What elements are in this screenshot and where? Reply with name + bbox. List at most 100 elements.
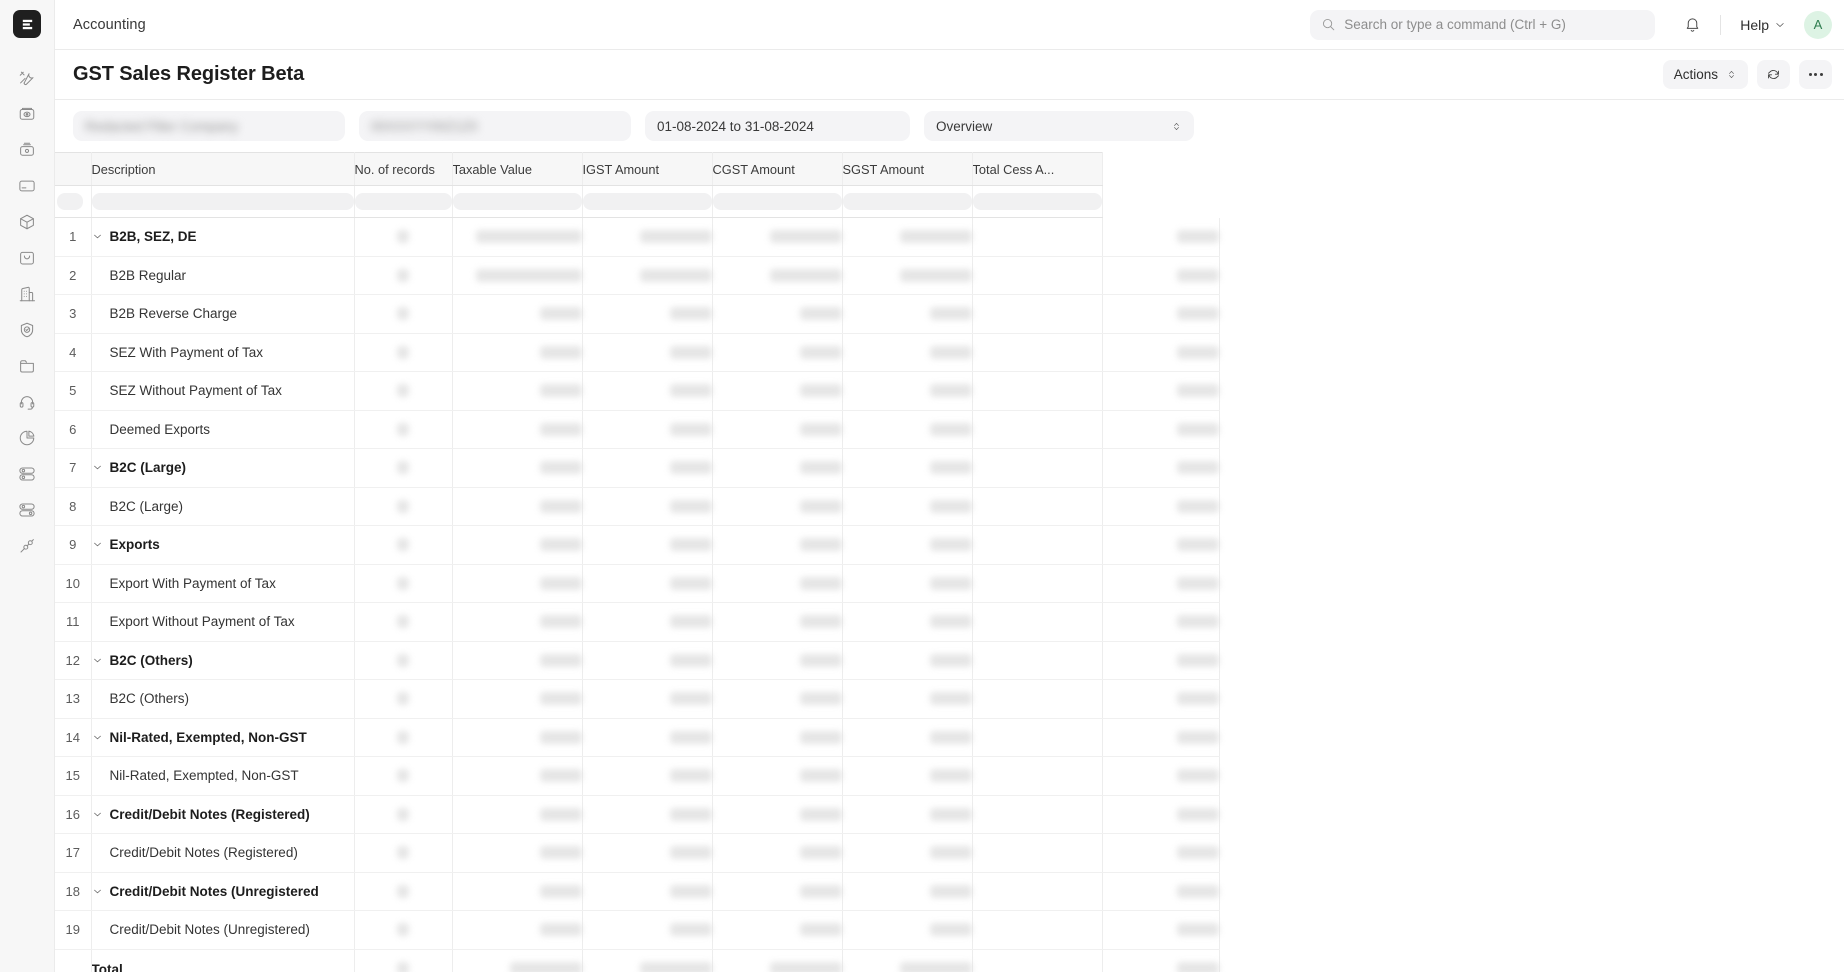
column-filter-cell[interactable]: [972, 185, 1103, 218]
table-cell-description[interactable]: B2B Reverse Charge: [91, 294, 355, 334]
table-row[interactable]: 4 SEZ With Payment of Tax: [55, 333, 1220, 372]
more-options-button[interactable]: [1799, 60, 1832, 89]
table-cell-value[interactable]: [1102, 872, 1220, 911]
table-cell-value[interactable]: [842, 448, 973, 488]
company-filter[interactable]: Redacted Filter Company: [73, 111, 345, 141]
table-cell-value[interactable]: [972, 564, 1103, 603]
table-cell-value[interactable]: [582, 294, 713, 334]
table-cell-value[interactable]: [354, 910, 453, 950]
table-cell-description[interactable]: SEZ Without Payment of Tax: [91, 371, 355, 411]
chevron-down-icon[interactable]: [92, 809, 104, 820]
avatar[interactable]: A: [1804, 10, 1832, 39]
table-row[interactable]: 15 Nil-Rated, Exempted, Non-GST: [55, 756, 1220, 796]
table-cell-description[interactable]: Credit/Debit Notes (Registered): [91, 833, 355, 873]
table-row[interactable]: 5 SEZ Without Payment of Tax: [55, 371, 1220, 411]
frappe-logo-icon[interactable]: [13, 10, 41, 38]
table-cell-value[interactable]: [452, 949, 583, 972]
table-row[interactable]: 16 Credit/Debit Notes (Registered): [55, 795, 1220, 834]
table-row[interactable]: 12 B2C (Others): [55, 641, 1220, 680]
table-cell-value[interactable]: [582, 333, 713, 372]
table-cell-description[interactable]: B2C (Others): [91, 679, 355, 719]
table-cell-value[interactable]: [842, 217, 973, 257]
table-cell-description[interactable]: Nil-Rated, Exempted, Non-GST: [91, 756, 355, 796]
chevron-down-icon[interactable]: [92, 732, 104, 743]
table-cell-value[interactable]: [1102, 833, 1220, 873]
table-cell-description[interactable]: Export Without Payment of Tax: [91, 602, 355, 642]
table-cell-value[interactable]: [842, 910, 973, 950]
table-cell-value[interactable]: [972, 602, 1103, 642]
table-cell-value[interactable]: [1102, 679, 1220, 719]
chevron-down-icon[interactable]: [92, 655, 104, 666]
table-cell-value[interactable]: [1102, 795, 1220, 834]
column-header-igst-amount[interactable]: IGST Amount: [582, 152, 713, 186]
table-cell-value[interactable]: [354, 872, 453, 911]
table-cell-value[interactable]: [972, 718, 1103, 757]
sidebar-item-card[interactable]: [9, 168, 45, 204]
table-cell-value[interactable]: [972, 949, 1103, 972]
table-cell-value[interactable]: [972, 448, 1103, 488]
table-cell-description[interactable]: Nil-Rated, Exempted, Non-GST: [91, 718, 355, 757]
table-cell-value[interactable]: [842, 371, 973, 411]
table-cell-value[interactable]: [452, 217, 583, 257]
table-cell-value[interactable]: [972, 833, 1103, 873]
sidebar-item-assets[interactable]: [9, 276, 45, 312]
table-cell-value[interactable]: [582, 949, 713, 972]
table-cell-value[interactable]: [354, 371, 453, 411]
column-filter-cell-index[interactable]: [55, 185, 92, 218]
table-cell-value[interactable]: [712, 256, 843, 295]
table-cell-value[interactable]: [712, 949, 843, 972]
table-cell-value[interactable]: [354, 487, 453, 526]
table-cell-value[interactable]: [354, 602, 453, 642]
table-cell-value[interactable]: [1102, 602, 1220, 642]
table-cell-value[interactable]: [712, 333, 843, 372]
actions-button[interactable]: Actions: [1662, 60, 1748, 89]
table-cell-value[interactable]: [712, 371, 843, 411]
table-cell-description[interactable]: B2C (Large): [91, 487, 355, 526]
table-cell-value[interactable]: [1102, 371, 1220, 411]
table-cell-description[interactable]: Credit/Debit Notes (Unregistered): [91, 910, 355, 950]
table-cell-value[interactable]: [1102, 641, 1220, 680]
column-filter-input[interactable]: [91, 193, 354, 210]
table-cell-value[interactable]: [582, 564, 713, 603]
column-filter-cell[interactable]: [582, 185, 713, 218]
table-cell-value[interactable]: [842, 641, 973, 680]
table-cell-value[interactable]: [972, 525, 1103, 565]
table-cell-value[interactable]: [972, 910, 1103, 950]
table-cell-value[interactable]: [582, 525, 713, 565]
date-range-filter[interactable]: 01-08-2024 to 31-08-2024: [645, 111, 910, 141]
table-cell-value[interactable]: [712, 217, 843, 257]
table-cell-value[interactable]: [354, 833, 453, 873]
sidebar-item-integrations[interactable]: [9, 456, 45, 492]
table-cell-value[interactable]: [842, 410, 973, 449]
table-cell-value[interactable]: [712, 564, 843, 603]
table-cell-value[interactable]: [712, 756, 843, 796]
view-type-filter[interactable]: Overview: [924, 111, 1194, 141]
table-cell-value[interactable]: [972, 294, 1103, 334]
table-cell-value[interactable]: [842, 525, 973, 565]
table-cell-value[interactable]: [842, 333, 973, 372]
table-cell-value[interactable]: [354, 294, 453, 334]
table-row[interactable]: 11 Export Without Payment of Tax: [55, 602, 1220, 642]
table-cell-value[interactable]: [712, 795, 843, 834]
table-cell-value[interactable]: [712, 833, 843, 873]
help-menu-button[interactable]: Help: [1734, 13, 1792, 37]
table-cell-value[interactable]: [842, 718, 973, 757]
chevron-down-icon[interactable]: [92, 886, 104, 897]
chevron-down-icon[interactable]: [92, 539, 104, 550]
table-cell-value[interactable]: [842, 756, 973, 796]
table-cell-value[interactable]: [842, 256, 973, 295]
gstin-filter[interactable]: 00XXXYY00Z1Z0: [359, 111, 631, 141]
table-cell-value[interactable]: [452, 872, 583, 911]
table-cell-value[interactable]: [452, 448, 583, 488]
table-row[interactable]: 9 Exports: [55, 525, 1220, 565]
sidebar-item-camera[interactable]: [9, 132, 45, 168]
table-cell-value[interactable]: [354, 256, 453, 295]
table-cell-value[interactable]: [582, 410, 713, 449]
table-cell-value[interactable]: [712, 718, 843, 757]
column-filter-cell[interactable]: [842, 185, 973, 218]
table-cell-value[interactable]: [452, 564, 583, 603]
column-header-taxable-value[interactable]: Taxable Value: [452, 152, 583, 186]
table-cell-value[interactable]: [582, 487, 713, 526]
sidebar-item-selling[interactable]: [9, 240, 45, 276]
table-cell-value[interactable]: [354, 410, 453, 449]
